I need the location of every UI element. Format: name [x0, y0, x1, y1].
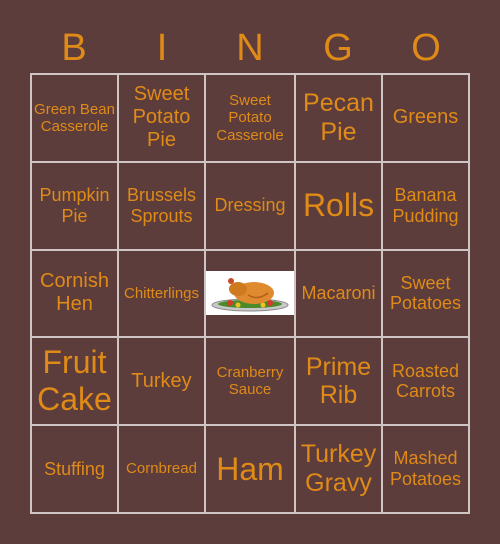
header-letter: O: [411, 27, 441, 69]
cell-label: Pecan Pie: [303, 89, 374, 146]
bingo-cell[interactable]: Pecan Pie: [295, 74, 382, 162]
bingo-grid: Green Bean Casserole Sweet Potato Pie Swee…: [30, 73, 470, 514]
cell-label: Dressing: [214, 195, 286, 216]
cell-label: Banana Pudding: [392, 185, 459, 226]
header-letter: G: [323, 27, 353, 69]
cell-label: Stuffing: [44, 458, 105, 479]
cell-label: Sweet Potato Pie: [132, 83, 191, 152]
cell-label: Sweet Potatoes: [389, 272, 462, 314]
header-letter: I: [156, 27, 168, 69]
cell-label: Brussels Sprouts: [126, 185, 197, 226]
bingo-cell[interactable]: Rolls: [295, 161, 382, 250]
cell-label: Greens: [392, 106, 459, 129]
cell-label: Fruit Cake: [37, 344, 112, 418]
bingo-cell[interactable]: Fruit Cake: [31, 337, 118, 426]
roast-turkey-icon: [206, 271, 294, 316]
bingo-cell[interactable]: Prime Rib: [295, 337, 382, 426]
bingo-cell[interactable]: Cornbread: [118, 425, 205, 513]
cell-label: Sweet Potato Casserole: [216, 92, 284, 144]
cell-label: Mashed Potatoes: [389, 448, 462, 490]
bingo-cell[interactable]: Pumpkin Pie: [31, 161, 118, 250]
bingo-cell[interactable]: Turkey Gravy: [295, 425, 382, 513]
cell-label: Chitterlings: [123, 284, 200, 302]
bingo-cell[interactable]: Green Bean Casserole: [31, 74, 118, 162]
cell-label: Roasted Carrots: [391, 360, 460, 402]
bingo-cell[interactable]: Dressing: [205, 161, 295, 250]
bingo-cell[interactable]: Greens: [382, 74, 469, 162]
cell-label: Pumpkin Pie: [39, 185, 110, 226]
cell-label: Cornbread: [126, 460, 197, 478]
cell-label: Rolls: [302, 187, 375, 224]
bingo-header: B I N G O: [30, 26, 470, 70]
bingo-cell[interactable]: Brussels Sprouts: [118, 161, 205, 250]
bingo-cell[interactable]: Mashed Potatoes: [382, 425, 469, 513]
cell-label: Cornish Hen: [40, 270, 109, 316]
cell-label: Turkey Gravy: [300, 440, 377, 498]
bingo-cell[interactable]: Banana Pudding: [382, 161, 469, 250]
cell-label: Green Bean Casserole: [34, 100, 115, 135]
bingo-cell[interactable]: Ham: [205, 425, 295, 513]
cell-label: Ham: [216, 450, 284, 487]
bingo-cell[interactable]: Cornish Hen: [31, 249, 118, 338]
header-letter: N: [236, 27, 264, 69]
bingo-cell[interactable]: Stuffing: [31, 425, 118, 513]
header-letter: B: [61, 27, 87, 69]
bingo-cell[interactable]: Cranberry Sauce: [205, 337, 295, 426]
cell-label: Prime Rib: [305, 352, 372, 410]
bingo-cell[interactable]: Sweet Potato Pie: [118, 74, 205, 162]
bingo-cell[interactable]: Sweet Potatoes: [382, 249, 469, 338]
cell-label: Cranberry Sauce: [216, 364, 284, 399]
bingo-cell[interactable]: Turkey: [118, 337, 205, 426]
bingo-cell[interactable]: Macaroni: [295, 249, 382, 338]
free-space[interactable]: [205, 249, 295, 338]
bingo-cell[interactable]: Roasted Carrots: [382, 337, 469, 426]
bingo-cell[interactable]: Sweet Potato Casserole: [205, 74, 295, 162]
cell-label: Macaroni: [301, 283, 376, 304]
cell-label: Turkey: [131, 369, 192, 392]
bingo-cell[interactable]: Chitterlings: [118, 249, 205, 338]
